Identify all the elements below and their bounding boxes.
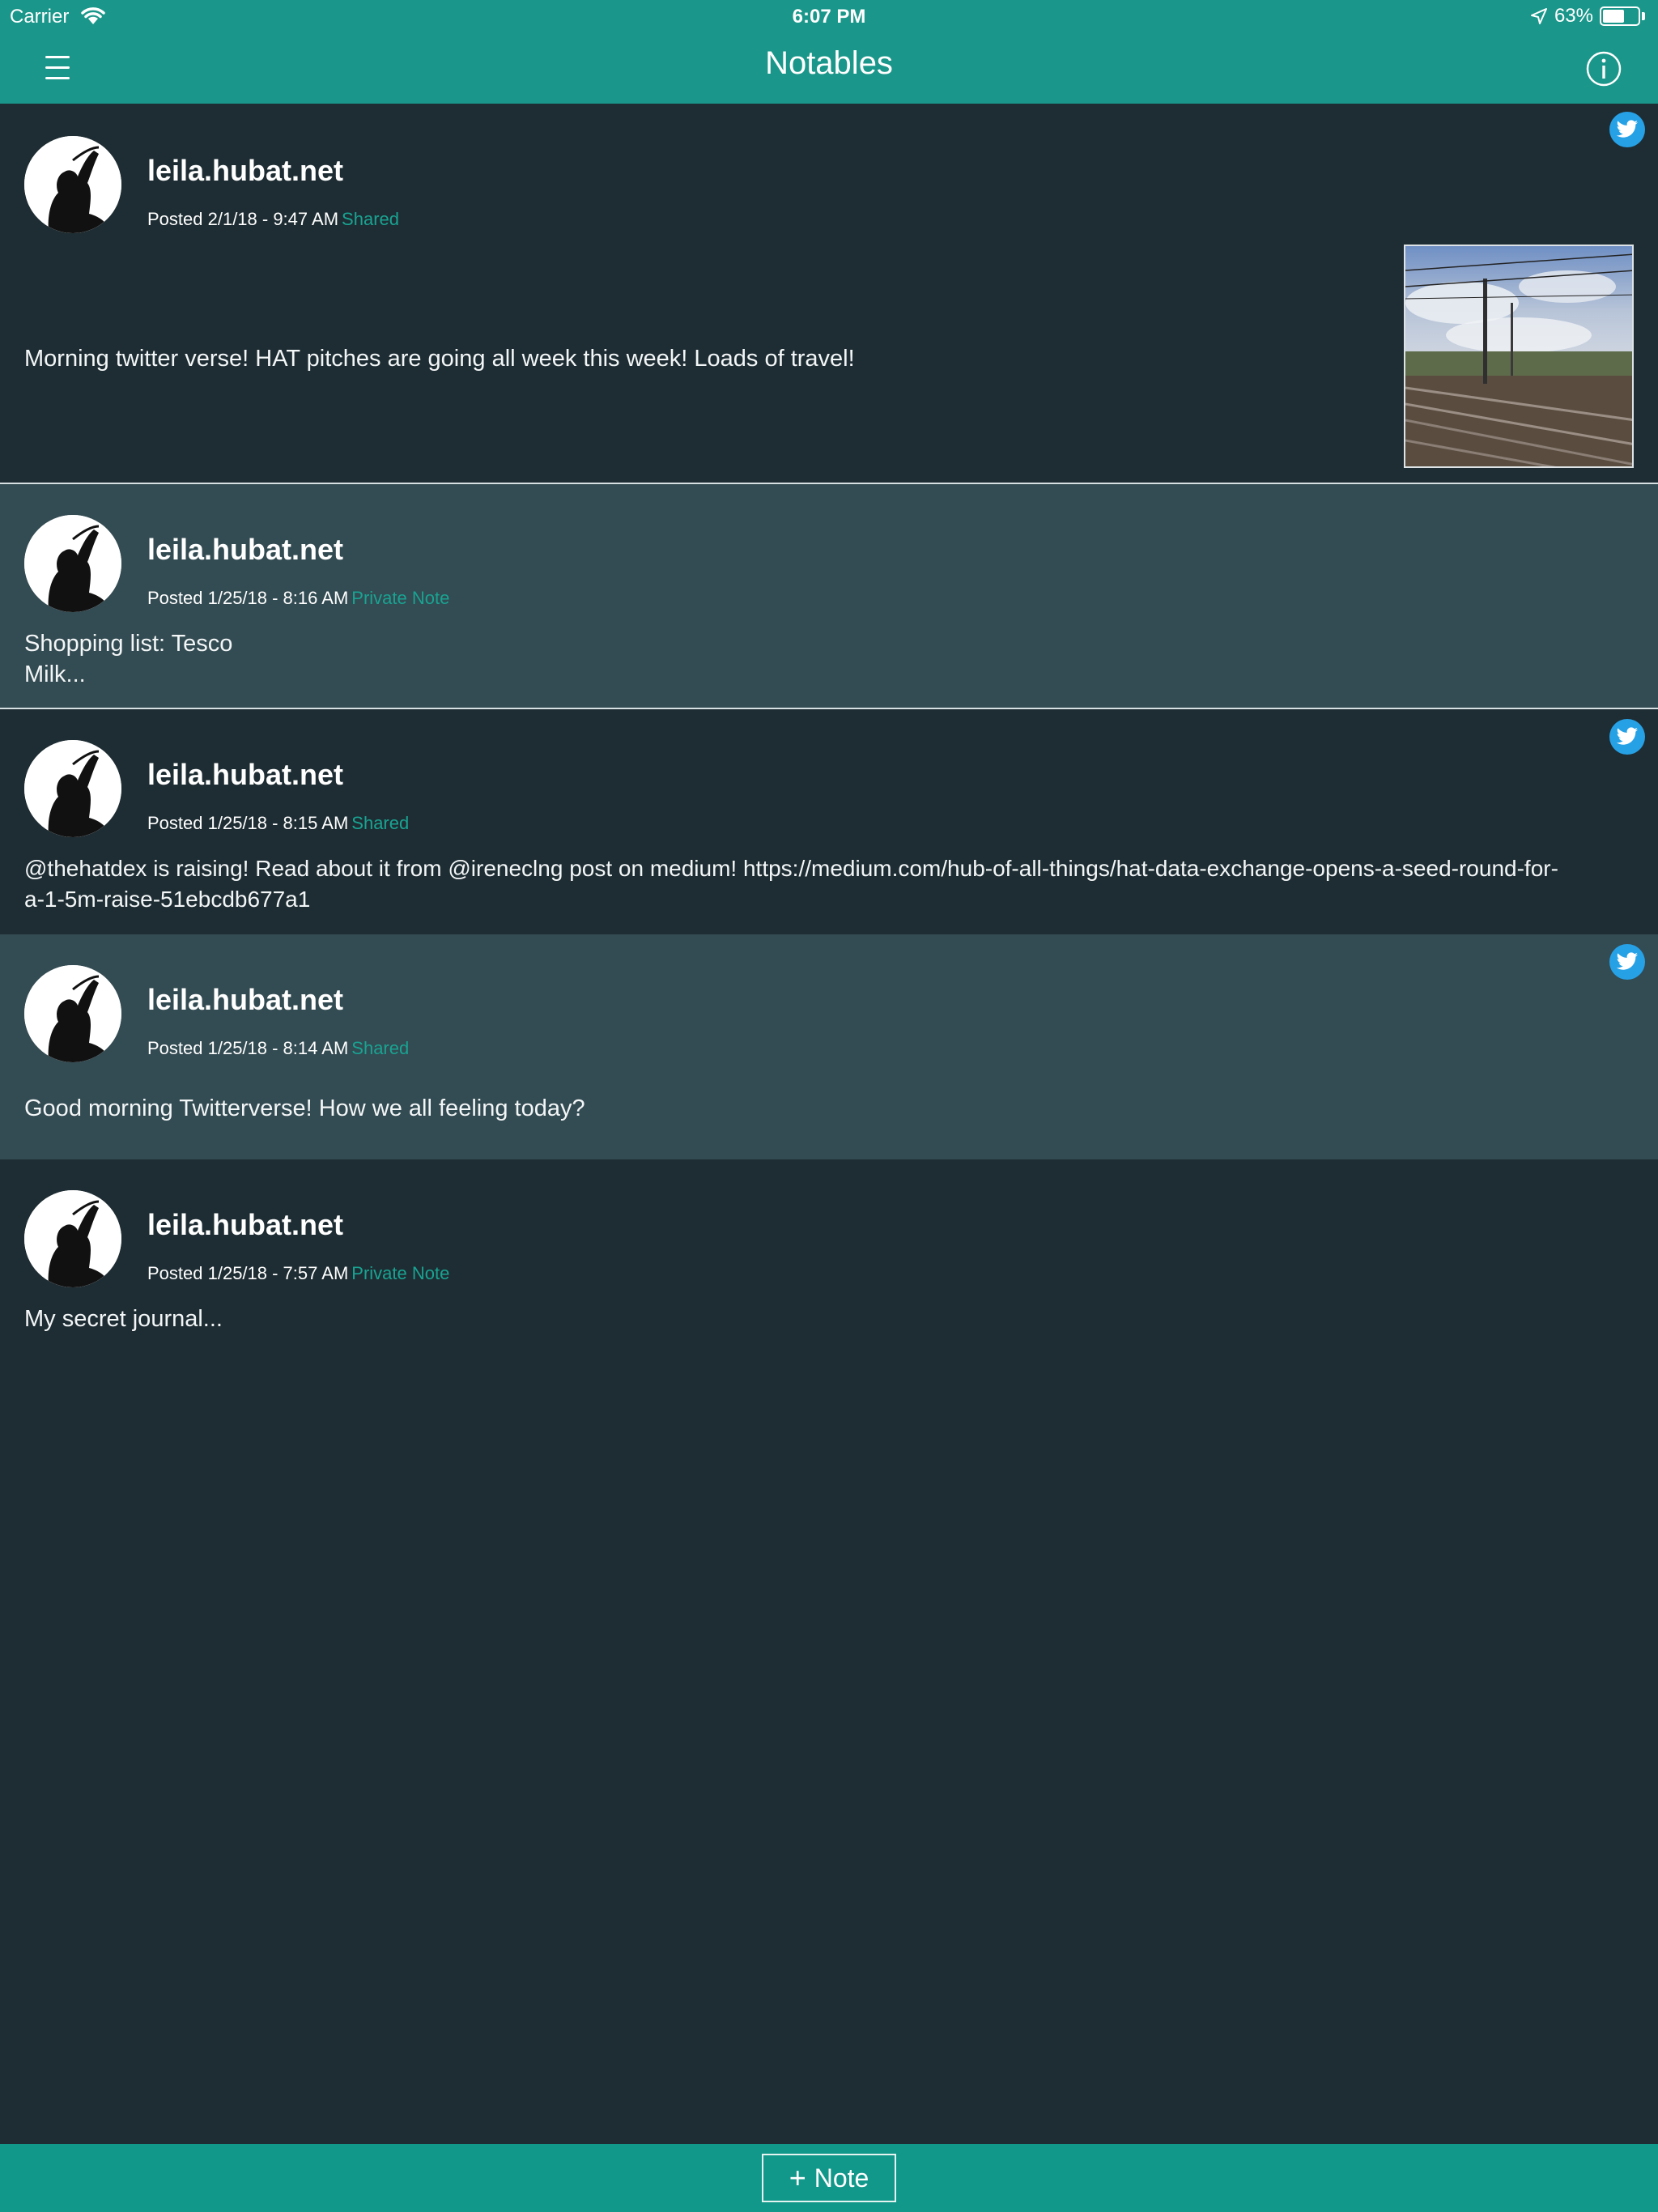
note-item[interactable]: leila.hubat.net Posted 1/25/18 - 8:15 AM… — [0, 709, 1658, 934]
add-note-button[interactable]: + Note — [762, 2154, 896, 2202]
avatar — [24, 515, 121, 612]
nav-bar: Notables — [0, 32, 1658, 104]
avatar — [24, 136, 121, 233]
twitter-icon — [1609, 719, 1645, 755]
battery-percent: 63% — [1554, 5, 1593, 27]
note-item[interactable]: leila.hubat.net Posted 1/25/18 - 8:16 AM… — [0, 484, 1658, 709]
note-timestamp: Posted 1/25/18 - 7:57 AM — [147, 1263, 349, 1283]
note-meta: Posted 1/25/18 - 7:57 AM Private Note — [147, 1263, 449, 1284]
note-text: My secret journal... — [24, 1306, 223, 1332]
note-author: leila.hubat.net — [147, 983, 344, 1016]
location-arrow-icon — [1530, 8, 1547, 24]
avatar — [24, 965, 121, 1062]
clock: 6:07 PM — [792, 6, 866, 28]
note-author: leila.hubat.net — [147, 1208, 344, 1241]
avatar — [24, 1190, 121, 1287]
note-item[interactable]: leila.hubat.net Posted 1/25/18 - 8:14 AM… — [0, 934, 1658, 1159]
note-text-line: Shopping list: Tesco — [24, 631, 233, 657]
note-text-line: @thehatdex is raising! Read about it fro… — [24, 856, 1558, 881]
note-timestamp: Posted 1/25/18 - 8:16 AM — [147, 588, 349, 608]
note-text: Good morning Twitterverse! How we all fe… — [24, 1095, 585, 1121]
note-text-line: Milk... — [24, 661, 86, 687]
note-author: leila.hubat.net — [147, 154, 344, 187]
note-meta: Posted 1/25/18 - 8:14 AM Shared — [147, 1038, 409, 1059]
twitter-icon — [1609, 944, 1645, 980]
note-status: Shared — [351, 1038, 410, 1058]
battery-tip — [1642, 12, 1645, 20]
note-text-line: a-1-5m-raise-51ebcdb677a1 — [24, 887, 311, 912]
note-meta: Posted 1/25/18 - 8:15 AM Shared — [147, 813, 409, 834]
note-timestamp: Posted 2/1/18 - 9:47 AM — [147, 209, 339, 229]
note-text: @thehatdex is raising! Read about it fro… — [24, 853, 1652, 915]
note-author: leila.hubat.net — [147, 533, 344, 566]
note-image[interactable] — [1404, 245, 1634, 468]
note-status: Private Note — [351, 1263, 450, 1283]
avatar — [24, 740, 121, 837]
battery-icon — [1600, 6, 1640, 26]
note-item[interactable]: leila.hubat.net Posted 1/25/18 - 7:57 AM… — [0, 1159, 1658, 1385]
status-bar: Carrier 6:07 PM 63% — [0, 0, 1658, 32]
note-author: leila.hubat.net — [147, 758, 344, 791]
note-status: Shared — [351, 813, 410, 833]
note-timestamp: Posted 1/25/18 - 8:14 AM — [147, 1038, 349, 1058]
info-icon[interactable] — [1585, 50, 1622, 87]
twitter-icon — [1609, 112, 1645, 147]
add-note-label: Note — [814, 2163, 869, 2193]
note-timestamp: Posted 1/25/18 - 8:15 AM — [147, 813, 349, 833]
note-meta: Posted 1/25/18 - 8:16 AM Private Note — [147, 588, 449, 609]
plus-icon: + — [789, 2161, 806, 2194]
note-status: Shared — [342, 209, 399, 229]
page-title: Notables — [765, 45, 893, 81]
note-meta: Posted 2/1/18 - 9:47 AM Shared — [147, 209, 399, 230]
note-status: Private Note — [351, 588, 450, 608]
note-item[interactable]: leila.hubat.net Posted 2/1/18 - 9:47 AM S… — [0, 104, 1658, 484]
note-text: Shopping list: Tesco Milk... — [24, 628, 1635, 690]
note-text: Morning twitter verse! HAT pitches are g… — [24, 346, 855, 372]
bottom-bar: + Note — [0, 2144, 1658, 2212]
